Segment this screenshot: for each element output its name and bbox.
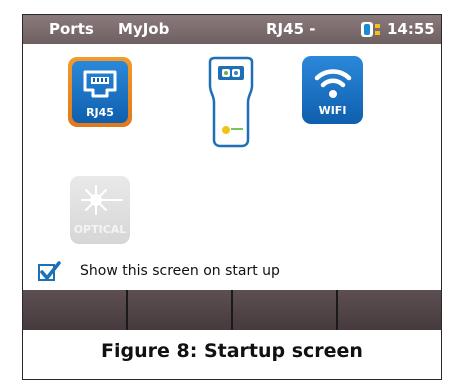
figure-caption: Figure 8: Startup screen — [101, 340, 363, 362]
laser-burst-icon — [81, 185, 123, 215]
softkey-bar — [23, 290, 441, 330]
rj45-tile[interactable]: RJ45 — [68, 57, 132, 127]
figure-frame: Ports MyJob RJ45 - 14:55 RJ45 WIFI OPTIC… — [22, 14, 442, 380]
optical-tile[interactable]: OPTICAL — [70, 176, 130, 244]
battery-icon — [361, 22, 380, 37]
wifi-tile[interactable]: WIFI — [302, 56, 363, 124]
show-on-startup-label: Show this screen on start up — [80, 263, 280, 279]
ethernet-port-icon — [83, 70, 117, 98]
port-indicator[interactable]: RJ45 - — [266, 20, 315, 38]
show-on-startup-checkbox[interactable] — [38, 261, 61, 281]
softkey-2[interactable] — [128, 290, 233, 330]
softkey-4[interactable] — [338, 290, 441, 330]
softkey-1[interactable] — [23, 290, 128, 330]
wifi-label: WIFI — [318, 104, 347, 117]
wifi-icon — [314, 69, 352, 98]
remote-device-icon — [208, 56, 254, 148]
checkmark-icon — [40, 261, 61, 280]
status-bar: Ports MyJob RJ45 - 14:55 — [23, 15, 441, 44]
softkey-3[interactable] — [233, 290, 338, 330]
ports-menu[interactable]: Ports — [49, 20, 94, 38]
device-screen: Ports MyJob RJ45 - 14:55 RJ45 WIFI OPTIC… — [23, 15, 441, 330]
rj45-label: RJ45 — [86, 106, 114, 119]
optical-label: OPTICAL — [73, 223, 127, 236]
remote-device-tile[interactable] — [204, 56, 258, 148]
clock: 14:55 — [387, 20, 435, 38]
myjob-menu[interactable]: MyJob — [118, 20, 169, 38]
